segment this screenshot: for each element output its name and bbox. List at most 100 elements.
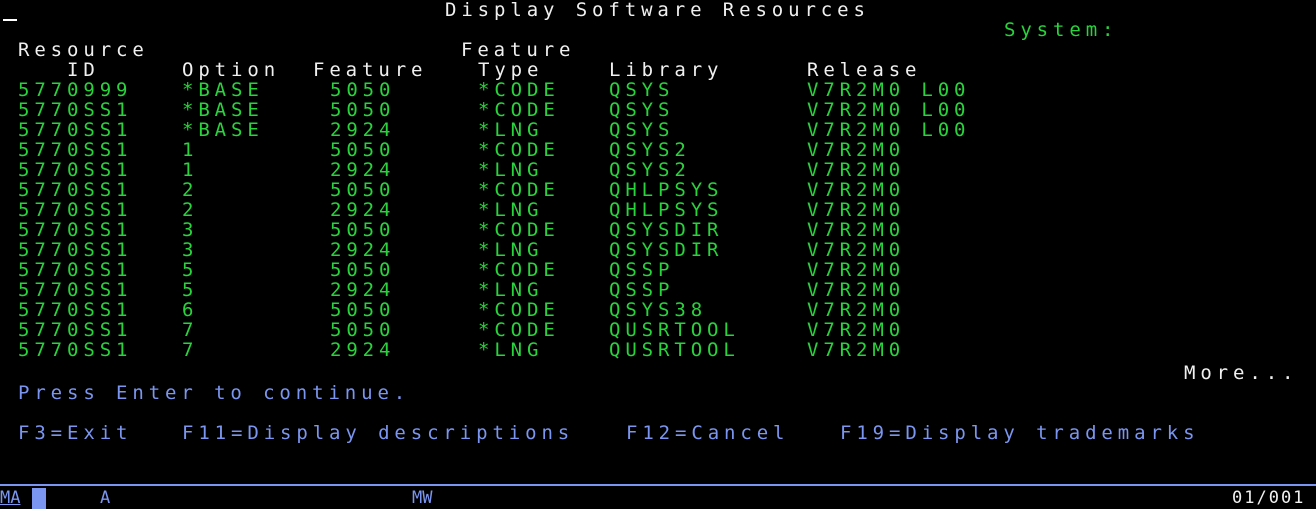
f3-exit-key[interactable]: F3=Exit	[18, 423, 132, 443]
cell-library: QSYS	[609, 79, 675, 101]
cell-feature-type: *CODE	[478, 139, 560, 161]
cell-option: 7	[182, 319, 199, 341]
cell-library: QHLPSYS	[609, 179, 724, 201]
cell-resource-id: 5770SS1	[18, 219, 133, 241]
cell-library: QSYSDIR	[609, 219, 724, 241]
cell-feature-type: *CODE	[478, 99, 560, 121]
cell-library: QUSRTOOL	[609, 319, 740, 341]
cell-feature-type: *LNG	[478, 119, 544, 141]
cell-resource-id: 5770999	[18, 79, 133, 101]
cell-option: 2	[182, 179, 199, 201]
header-id: ID	[67, 59, 100, 81]
text-cursor	[3, 19, 17, 21]
cell-feature: 5050	[330, 319, 396, 341]
cell-library: QSYS	[609, 119, 675, 141]
status-mode: MA	[0, 488, 21, 508]
cell-resource-id: 5770SS1	[18, 319, 133, 341]
f11-display-descriptions-key[interactable]: F11=Display descriptions	[182, 423, 574, 443]
cell-feature: 5050	[330, 259, 396, 281]
cell-option: 3	[182, 219, 199, 241]
cell-feature: 5050	[330, 99, 396, 121]
header-feature-type-top: Feature	[461, 39, 576, 61]
cell-resource-id: 5770SS1	[18, 239, 133, 261]
cell-resource-id: 5770SS1	[18, 199, 133, 221]
cell-option: 6	[182, 299, 199, 321]
cell-option: 7	[182, 339, 199, 361]
instruction-text: Press Enter to continue.	[18, 382, 411, 404]
cell-release: V7R2M0 L00	[807, 119, 971, 141]
f12-cancel-key[interactable]: F12=Cancel	[626, 423, 789, 443]
cell-feature-type: *LNG	[478, 199, 544, 221]
cell-resource-id: 5770SS1	[18, 259, 133, 281]
cell-library: QSYSDIR	[609, 239, 724, 261]
header-release: Release	[807, 59, 922, 81]
cursor-position: 01/001	[1232, 488, 1306, 508]
cell-feature-type: *LNG	[478, 159, 544, 181]
cell-release: V7R2M0	[807, 159, 906, 181]
status-mw: MW	[412, 488, 433, 508]
cell-feature: 5050	[330, 219, 396, 241]
cell-feature-type: *CODE	[478, 79, 560, 101]
f19-display-trademarks-key[interactable]: F19=Display trademarks	[840, 423, 1199, 443]
more-indicator: More...	[1184, 362, 1299, 384]
cell-release: V7R2M0 L00	[807, 99, 971, 121]
cell-library: QUSRTOOL	[609, 339, 740, 361]
cell-library: QSYS2	[609, 159, 691, 181]
status-bar: MA A MW 01/001	[0, 484, 1316, 509]
cell-feature: 2924	[330, 279, 396, 301]
screen-title: Display Software Resources	[445, 0, 870, 21]
cell-feature: 5050	[330, 179, 396, 201]
cell-release: V7R2M0	[807, 219, 906, 241]
cell-resource-id: 5770SS1	[18, 179, 133, 201]
cell-option: 5	[182, 259, 199, 281]
cell-feature-type: *LNG	[478, 239, 544, 261]
cell-feature-type: *CODE	[478, 319, 560, 341]
cell-resource-id: 5770SS1	[18, 139, 133, 161]
cell-library: QSSP	[609, 259, 675, 281]
cell-library: QSYS	[609, 99, 675, 121]
cell-library: QSYS38	[609, 299, 708, 321]
header-resource: Resource	[18, 39, 149, 61]
cell-feature-type: *CODE	[478, 179, 560, 201]
cell-feature: 5050	[330, 79, 396, 101]
cell-release: V7R2M0	[807, 279, 906, 301]
cell-release: V7R2M0	[807, 339, 906, 361]
cell-resource-id: 5770SS1	[18, 339, 133, 361]
cell-option: *BASE	[182, 79, 264, 101]
cell-resource-id: 5770SS1	[18, 299, 133, 321]
cell-library: QHLPSYS	[609, 199, 724, 221]
status-field-a: A	[100, 488, 111, 508]
cell-feature: 2924	[330, 119, 396, 141]
cell-release: V7R2M0	[807, 239, 906, 261]
cell-release: V7R2M0	[807, 299, 906, 321]
cell-feature: 2924	[330, 159, 396, 181]
header-library: Library	[609, 59, 724, 81]
cell-feature: 5050	[330, 139, 396, 161]
cell-resource-id: 5770SS1	[18, 99, 133, 121]
cell-library: QSSP	[609, 279, 675, 301]
cell-resource-id: 5770SS1	[18, 119, 133, 141]
cell-feature: 2924	[330, 199, 396, 221]
cell-resource-id: 5770SS1	[18, 279, 133, 301]
header-type: Type	[478, 59, 544, 81]
cell-release: V7R2M0	[807, 259, 906, 281]
cell-option: 1	[182, 139, 199, 161]
status-block-indicator	[32, 488, 46, 509]
cell-option: *BASE	[182, 119, 264, 141]
cell-option: 2	[182, 199, 199, 221]
cell-option: *BASE	[182, 99, 264, 121]
cell-feature: 2924	[330, 339, 396, 361]
cell-library: QSYS2	[609, 139, 691, 161]
cell-release: V7R2M0	[807, 179, 906, 201]
cell-option: 1	[182, 159, 199, 181]
header-feature: Feature	[313, 59, 428, 81]
cell-release: V7R2M0	[807, 199, 906, 221]
system-label: System:	[1004, 19, 1119, 41]
cell-feature: 5050	[330, 299, 396, 321]
cell-feature-type: *LNG	[478, 279, 544, 301]
cell-feature: 2924	[330, 239, 396, 261]
terminal-screen[interactable]: Display Software Resources System: Resou…	[0, 0, 1316, 482]
cell-release: V7R2M0 L00	[807, 79, 971, 101]
cell-release: V7R2M0	[807, 139, 906, 161]
cell-feature-type: *CODE	[478, 259, 560, 281]
